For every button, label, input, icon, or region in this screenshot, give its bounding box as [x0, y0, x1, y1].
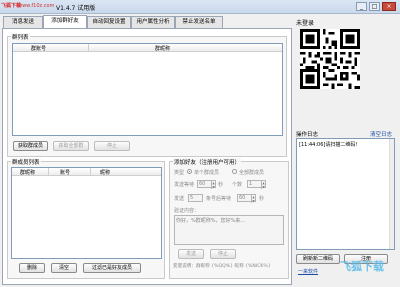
member-list[interactable]: 群昵称 账号 昵称 [11, 167, 162, 259]
minimize-button[interactable]: _ [356, 2, 367, 11]
send-label: 发送 [174, 196, 185, 202]
close-button[interactable]: × [382, 2, 396, 11]
log-scrollbar[interactable] [389, 139, 394, 249]
count-spinner[interactable]: ▲ ▼ [261, 181, 265, 189]
group-list-title: 群列表 [11, 33, 30, 41]
add-friend-title: 添加好友（注册用户可用） [173, 158, 242, 166]
single-member-radio[interactable] [187, 169, 192, 174]
send-count-input[interactable]: 5 [188, 194, 203, 202]
fetch-all-groups-button[interactable]: 获取全部群 [53, 141, 89, 151]
count-label: 个数 [232, 182, 243, 188]
column-member-group-nick[interactable]: 群昵称 [20, 169, 35, 176]
all-members-radio[interactable] [232, 169, 237, 174]
add-friend-box: 添加好友（注册用户可用） 类型 单个群成员 全部群成员 发送等待 60 ▲ ▼ 秒… [169, 158, 289, 279]
member-list-title: 群成员列表 [11, 158, 41, 166]
qr-code [300, 29, 360, 89]
qr-code-image [300, 29, 360, 89]
site-url: www.f10z.com [18, 3, 55, 9]
interval-unit: 秒 [218, 182, 224, 188]
all-members-label: 全部群成员 [239, 170, 265, 176]
column-group-id[interactable]: 群账号 [31, 45, 46, 52]
delete-button[interactable]: 删除 [19, 263, 45, 273]
stop-fetch-button[interactable]: 停止 [94, 141, 130, 151]
variables-hint: 变量说明：群昵称 {%QQ%} 昵称 {%NICK%} [173, 264, 271, 269]
send-button[interactable]: 发送 [178, 249, 204, 259]
member-list-box: 群成员列表 群昵称 账号 昵称 删除 清空 过滤已是好友成员 [7, 158, 165, 279]
watermark-logo: 飞狐下载 [340, 260, 384, 273]
wait-spinner[interactable]: ▲ ▼ [251, 195, 255, 203]
column-member-account[interactable]: 账号 [60, 169, 70, 176]
column-group-name[interactable]: 群昵称 [155, 45, 170, 52]
refresh-qr-button[interactable]: 刷新新二维码 [296, 254, 340, 264]
main-panel: 群列表 群账号 群昵称 获取群成员 获取全部群 停止 群成员列表 群昵称 账号 … [2, 28, 292, 285]
tab-auto-reply[interactable]: 自动回复设置 [87, 16, 131, 28]
tab-add-friends[interactable]: 添加群好友 [43, 15, 87, 28]
window-title: V1.4.7 试用版 [56, 5, 96, 12]
title-bar: 飞狐下载 www.f10z.com V1.4.7 试用版 _ □ × [0, 0, 400, 14]
single-member-label: 单个群成员 [194, 170, 220, 176]
wait-label: 条号后等待 [206, 196, 232, 202]
clear-log-link[interactable]: 清空日志 [370, 130, 392, 138]
wait-unit: 秒 [259, 196, 265, 202]
filter-friends-button[interactable]: 过滤已是好友成员 [83, 263, 141, 273]
maximize-button[interactable]: □ [369, 2, 380, 11]
fetch-members-button[interactable]: 获取群成员 [13, 141, 48, 151]
verify-label: 验证内容： [174, 208, 200, 214]
stop-send-button[interactable]: 停止 [210, 249, 236, 259]
log-entry: [11:44:06]请扫描二维码! [299, 142, 358, 148]
count-input[interactable]: 1 ▲ ▼ [247, 180, 266, 189]
type-label: 类型 [174, 170, 185, 176]
footer-link[interactable]: 一来软件 [298, 268, 318, 275]
verify-textarea[interactable]: 你好，%群昵称%，您好%来... [174, 215, 284, 245]
group-list-header: 群账号 群昵称 [13, 44, 282, 52]
group-list[interactable]: 群账号 群昵称 [12, 43, 283, 136]
column-member-nick[interactable]: 昵称 [100, 169, 110, 176]
group-list-box: 群列表 群账号 群昵称 获取群成员 获取全部群 停止 [7, 33, 287, 157]
operation-log[interactable]: [11:44:06]请扫描二维码! [296, 138, 395, 250]
tab-user-analysis[interactable]: 用户属性分析 [131, 16, 175, 28]
interval-spinner[interactable]: ▲ ▼ [211, 181, 215, 189]
member-list-header: 群昵称 账号 昵称 [12, 168, 161, 176]
login-status: 未登录 [296, 20, 315, 27]
interval-input[interactable]: 60 ▲ ▼ [197, 180, 216, 189]
wait-input[interactable]: 60 ▲ ▼ [237, 194, 256, 203]
tab-blacklist[interactable]: 禁止发送名单 [175, 16, 223, 28]
interval-label: 发送等待 [174, 182, 195, 188]
tab-send-message[interactable]: 消息发送 [3, 16, 43, 28]
log-title: 操作日志 [296, 132, 319, 138]
clear-button[interactable]: 清空 [51, 263, 77, 273]
